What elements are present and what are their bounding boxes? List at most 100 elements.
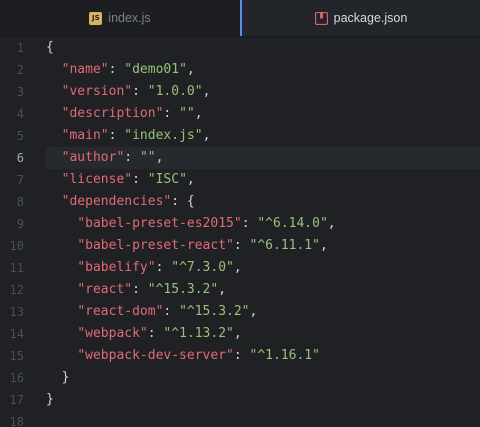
code-line[interactable]: 5 "main": "index.js", xyxy=(0,125,480,147)
code-text: "version": "1.0.0", xyxy=(46,81,480,103)
code-text: "description": "", xyxy=(46,103,480,125)
json-punctuation: : xyxy=(171,194,180,209)
json-punctuation: : xyxy=(108,128,117,143)
tab-index-js[interactable]: JS index.js xyxy=(0,0,240,36)
json-string-value: "" xyxy=(139,150,156,165)
json-punctuation: : xyxy=(108,62,117,77)
json-key: "webpack" xyxy=(77,326,148,341)
json-punctuation: , xyxy=(233,326,242,341)
json-punctuation: : xyxy=(233,238,242,253)
line-number: 11 xyxy=(9,261,24,275)
json-string-value: "index.js" xyxy=(124,128,203,143)
code-line[interactable]: 15 "webpack-dev-server": "^1.16.1" xyxy=(0,345,480,367)
code-text: "webpack-dev-server": "^1.16.1" xyxy=(46,345,480,367)
json-string-value: "^6.14.0" xyxy=(257,216,328,231)
line-number: 13 xyxy=(9,305,24,319)
line-number: 7 xyxy=(16,173,24,187)
json-key: "name" xyxy=(61,62,109,77)
line-number: 8 xyxy=(16,195,24,209)
js-file-icon: JS xyxy=(89,11,103,25)
code-text: "react-dom": "^15.3.2", xyxy=(46,301,480,323)
json-key: "description" xyxy=(61,106,164,121)
json-key: "main" xyxy=(61,128,109,143)
json-key: "webpack-dev-server" xyxy=(77,348,234,363)
code-text: { xyxy=(46,37,480,59)
code-editor[interactable]: 1{2 "name": "demo01", 3 "version": "1.0.0… xyxy=(0,37,480,427)
line-number: 1 xyxy=(16,41,24,55)
json-punctuation: , xyxy=(202,84,211,99)
line-number: 2 xyxy=(16,63,24,77)
json-string-value: "ISC" xyxy=(147,172,187,187)
json-key: "babel-preset-es2015" xyxy=(77,216,242,231)
json-key: "dependencies" xyxy=(61,194,172,209)
package-file-icon xyxy=(314,11,328,25)
json-key: "babel-preset-react" xyxy=(77,238,234,253)
line-number: 16 xyxy=(9,371,24,385)
json-key: "react-dom" xyxy=(77,304,164,319)
json-key: "license" xyxy=(61,172,133,187)
json-punctuation: : xyxy=(155,260,164,275)
json-punctuation: , xyxy=(327,216,336,231)
line-number: 14 xyxy=(9,327,24,341)
tab-label: package.json xyxy=(333,11,408,25)
code-line[interactable]: 17} xyxy=(0,389,480,411)
tab-package-json[interactable]: package.json xyxy=(240,0,480,36)
json-string-value: "^1.16.1" xyxy=(249,348,320,363)
code-line[interactable]: 1{ xyxy=(0,37,480,59)
code-line[interactable]: 2 "name": "demo01", xyxy=(0,59,480,81)
json-string-value: "1.0.0" xyxy=(147,84,203,99)
code-line[interactable]: 13 "react-dom": "^15.3.2", xyxy=(0,301,480,323)
json-punctuation: , xyxy=(186,62,195,77)
code-text: "babel-preset-react": "^6.11.1", xyxy=(46,235,480,257)
json-punctuation: , xyxy=(194,106,203,121)
code-line[interactable]: 14 "webpack": "^1.13.2", xyxy=(0,323,480,345)
tab-bar: JS index.js package.json xyxy=(0,0,480,37)
code-text: "babelify": "^7.3.0", xyxy=(46,257,480,279)
json-punctuation: { xyxy=(186,194,195,209)
json-punctuation: : xyxy=(163,304,172,319)
code-line[interactable]: 6 "author": "", xyxy=(0,147,480,169)
json-string-value: "^15.3.2" xyxy=(147,282,219,297)
json-punctuation: : xyxy=(132,282,140,297)
line-number: 12 xyxy=(9,283,24,297)
line-number: 9 xyxy=(16,217,24,231)
line-number: 15 xyxy=(9,349,24,363)
json-key: "react" xyxy=(77,282,133,297)
code-text: "react": "^15.3.2", xyxy=(46,279,480,301)
code-text: "dependencies": { xyxy=(46,191,480,213)
package-file-icon-svg xyxy=(314,11,328,25)
code-text: } xyxy=(46,367,480,389)
json-punctuation: , xyxy=(319,238,328,253)
line-number: 6 xyxy=(16,151,24,165)
code-line[interactable]: 18 xyxy=(0,411,480,427)
code-line[interactable]: 12 "react": "^15.3.2", xyxy=(0,279,480,301)
json-key: "version" xyxy=(61,84,133,99)
code-line[interactable]: 8 "dependencies": { xyxy=(0,191,480,213)
code-line[interactable]: 7 "license": "ISC", xyxy=(0,169,480,191)
json-punctuation: : xyxy=(132,84,140,99)
json-punctuation: : xyxy=(163,106,172,121)
json-punctuation: : xyxy=(124,150,133,165)
json-punctuation: , xyxy=(186,172,195,187)
code-line[interactable]: 4 "description": "", xyxy=(0,103,480,125)
json-punctuation: : xyxy=(147,326,156,341)
json-string-value: "" xyxy=(179,106,195,121)
json-punctuation: , xyxy=(155,150,164,165)
json-punctuation: , xyxy=(249,304,258,319)
line-number: 17 xyxy=(9,393,24,407)
line-number: 5 xyxy=(16,129,24,143)
json-string-value: "^1.13.2" xyxy=(163,326,234,341)
json-string-value: "^7.3.0" xyxy=(171,260,234,275)
code-line[interactable]: 16 } xyxy=(0,367,480,389)
code-line[interactable]: 9 "babel-preset-es2015": "^6.14.0", xyxy=(0,213,480,235)
json-punctuation: , xyxy=(218,282,227,297)
json-key: "author" xyxy=(61,150,125,165)
code-text: "license": "ISC", xyxy=(46,169,480,191)
code-line[interactable]: 3 "version": "1.0.0", xyxy=(0,81,480,103)
code-line[interactable]: 11 "babelify": "^7.3.0", xyxy=(0,257,480,279)
code-text: "babel-preset-es2015": "^6.14.0", xyxy=(46,213,480,235)
line-number: 10 xyxy=(9,239,24,253)
json-punctuation: : xyxy=(132,172,140,187)
code-line[interactable]: 10 "babel-preset-react": "^6.11.1", xyxy=(0,235,480,257)
